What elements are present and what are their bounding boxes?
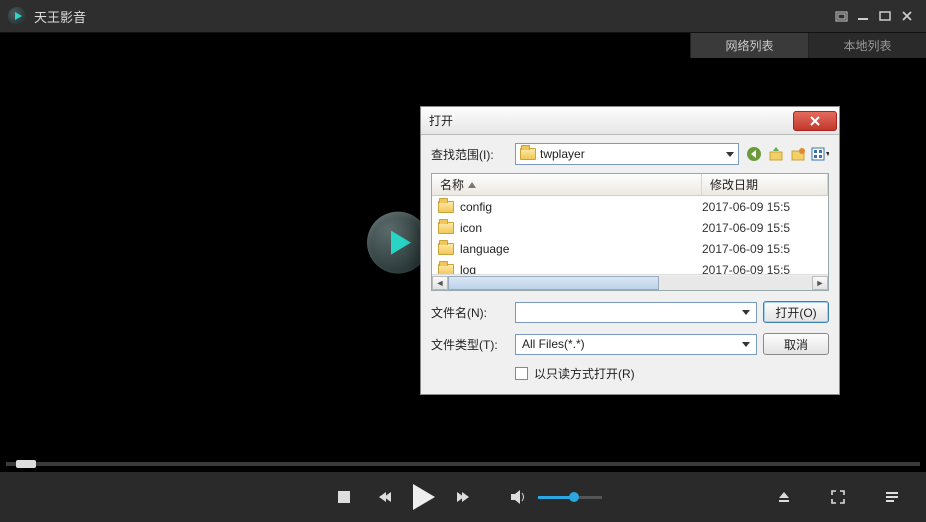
readonly-label: 以只读方式打开(R) xyxy=(534,365,635,382)
maximize-button[interactable] xyxy=(874,6,896,26)
tab-local-list[interactable]: 本地列表 xyxy=(808,33,926,58)
column-header-name[interactable]: 名称 xyxy=(432,174,702,195)
progress-knob[interactable] xyxy=(16,460,36,468)
playlist-tabs: 网络列表 本地列表 xyxy=(0,32,926,58)
folder-icon xyxy=(438,264,454,275)
chevron-down-icon xyxy=(742,310,750,315)
play-button[interactable] xyxy=(410,483,438,511)
volume-icon[interactable] xyxy=(504,483,532,511)
playlist-toggle-button[interactable] xyxy=(878,483,906,511)
restore-window-icon[interactable] xyxy=(830,6,852,26)
chevron-down-icon xyxy=(726,152,734,157)
filetype-select[interactable]: All Files(*.*) xyxy=(515,334,757,355)
player-controls xyxy=(0,472,926,522)
filename-input[interactable] xyxy=(515,302,757,323)
volume-slider[interactable] xyxy=(538,496,602,499)
scroll-right-icon[interactable]: ► xyxy=(812,276,828,290)
list-item[interactable]: language2017-06-09 15:5 xyxy=(432,238,828,259)
app-logo-icon xyxy=(8,7,26,25)
titlebar: 天王影音 xyxy=(0,0,926,32)
column-header-date[interactable]: 修改日期 xyxy=(702,174,828,195)
app-title: 天王影音 xyxy=(34,7,86,26)
eject-button[interactable] xyxy=(770,483,798,511)
cancel-button[interactable]: 取消 xyxy=(763,333,829,355)
folder-icon xyxy=(438,222,454,234)
back-icon[interactable] xyxy=(745,145,763,163)
dialog-title: 打开 xyxy=(429,112,793,129)
scroll-left-icon[interactable]: ◄ xyxy=(432,276,448,290)
up-one-level-icon[interactable] xyxy=(767,145,785,163)
look-in-combo[interactable]: twplayer xyxy=(515,143,739,165)
list-item[interactable]: log2017-06-09 15:5 xyxy=(432,259,828,274)
chevron-down-icon xyxy=(742,342,750,347)
tab-network-list[interactable]: 网络列表 xyxy=(690,33,808,58)
list-item[interactable]: config2017-06-09 15:5 xyxy=(432,196,828,217)
filetype-label: 文件类型(T): xyxy=(431,336,509,353)
filename-label: 文件名(N): xyxy=(431,304,509,321)
folder-icon xyxy=(438,201,454,213)
readonly-checkbox[interactable] xyxy=(515,367,528,380)
dialog-close-button[interactable] xyxy=(793,111,837,131)
folder-icon xyxy=(438,243,454,255)
folder-icon xyxy=(520,148,536,160)
scrollbar-thumb[interactable] xyxy=(448,276,659,290)
file-list-rows[interactable]: config2017-06-09 15:5 icon2017-06-09 15:… xyxy=(432,196,828,274)
dialog-titlebar[interactable]: 打开 xyxy=(421,107,839,135)
list-item[interactable]: icon2017-06-09 15:5 xyxy=(432,217,828,238)
view-menu-icon[interactable] xyxy=(811,145,829,163)
sort-asc-icon xyxy=(468,182,476,188)
new-folder-icon[interactable] xyxy=(789,145,807,163)
close-button[interactable] xyxy=(896,6,918,26)
file-open-dialog: 打开 查找范围(I): twplayer 名称 xyxy=(420,106,840,395)
progress-bar[interactable] xyxy=(6,462,920,466)
prev-button[interactable] xyxy=(370,483,398,511)
next-button[interactable] xyxy=(450,483,478,511)
open-button[interactable]: 打开(O) xyxy=(763,301,829,323)
horizontal-scrollbar[interactable]: ◄ ► xyxy=(432,274,828,290)
fullscreen-button[interactable] xyxy=(824,483,852,511)
look-in-label: 查找范围(I): xyxy=(431,146,509,163)
file-list: 名称 修改日期 config2017-06-09 15:5 icon2017-0… xyxy=(431,173,829,291)
stop-button[interactable] xyxy=(330,483,358,511)
minimize-button[interactable] xyxy=(852,6,874,26)
current-folder-name: twplayer xyxy=(540,147,585,161)
